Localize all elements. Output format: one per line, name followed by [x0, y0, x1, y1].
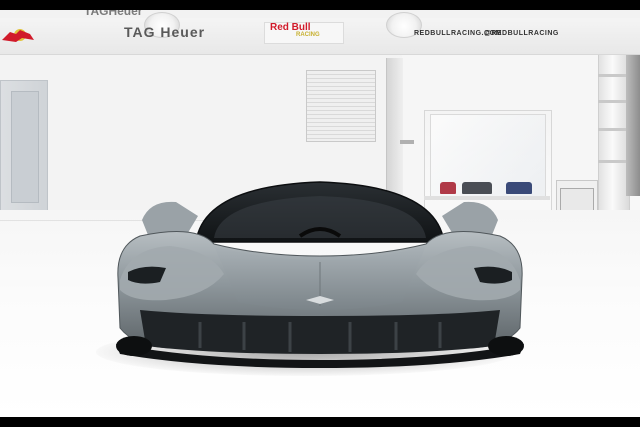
photo: TAGHeuer TAG Heuer Red Bull RACING REDBU…	[0, 10, 640, 417]
letterbox-bottom	[0, 417, 640, 427]
letterbox-frame: TAGHeuer TAG Heuer Red Bull RACING REDBU…	[0, 0, 640, 427]
front-grille	[140, 310, 500, 354]
hypercar	[116, 181, 524, 368]
wheel-left	[116, 336, 152, 356]
wheel-right	[488, 336, 524, 356]
